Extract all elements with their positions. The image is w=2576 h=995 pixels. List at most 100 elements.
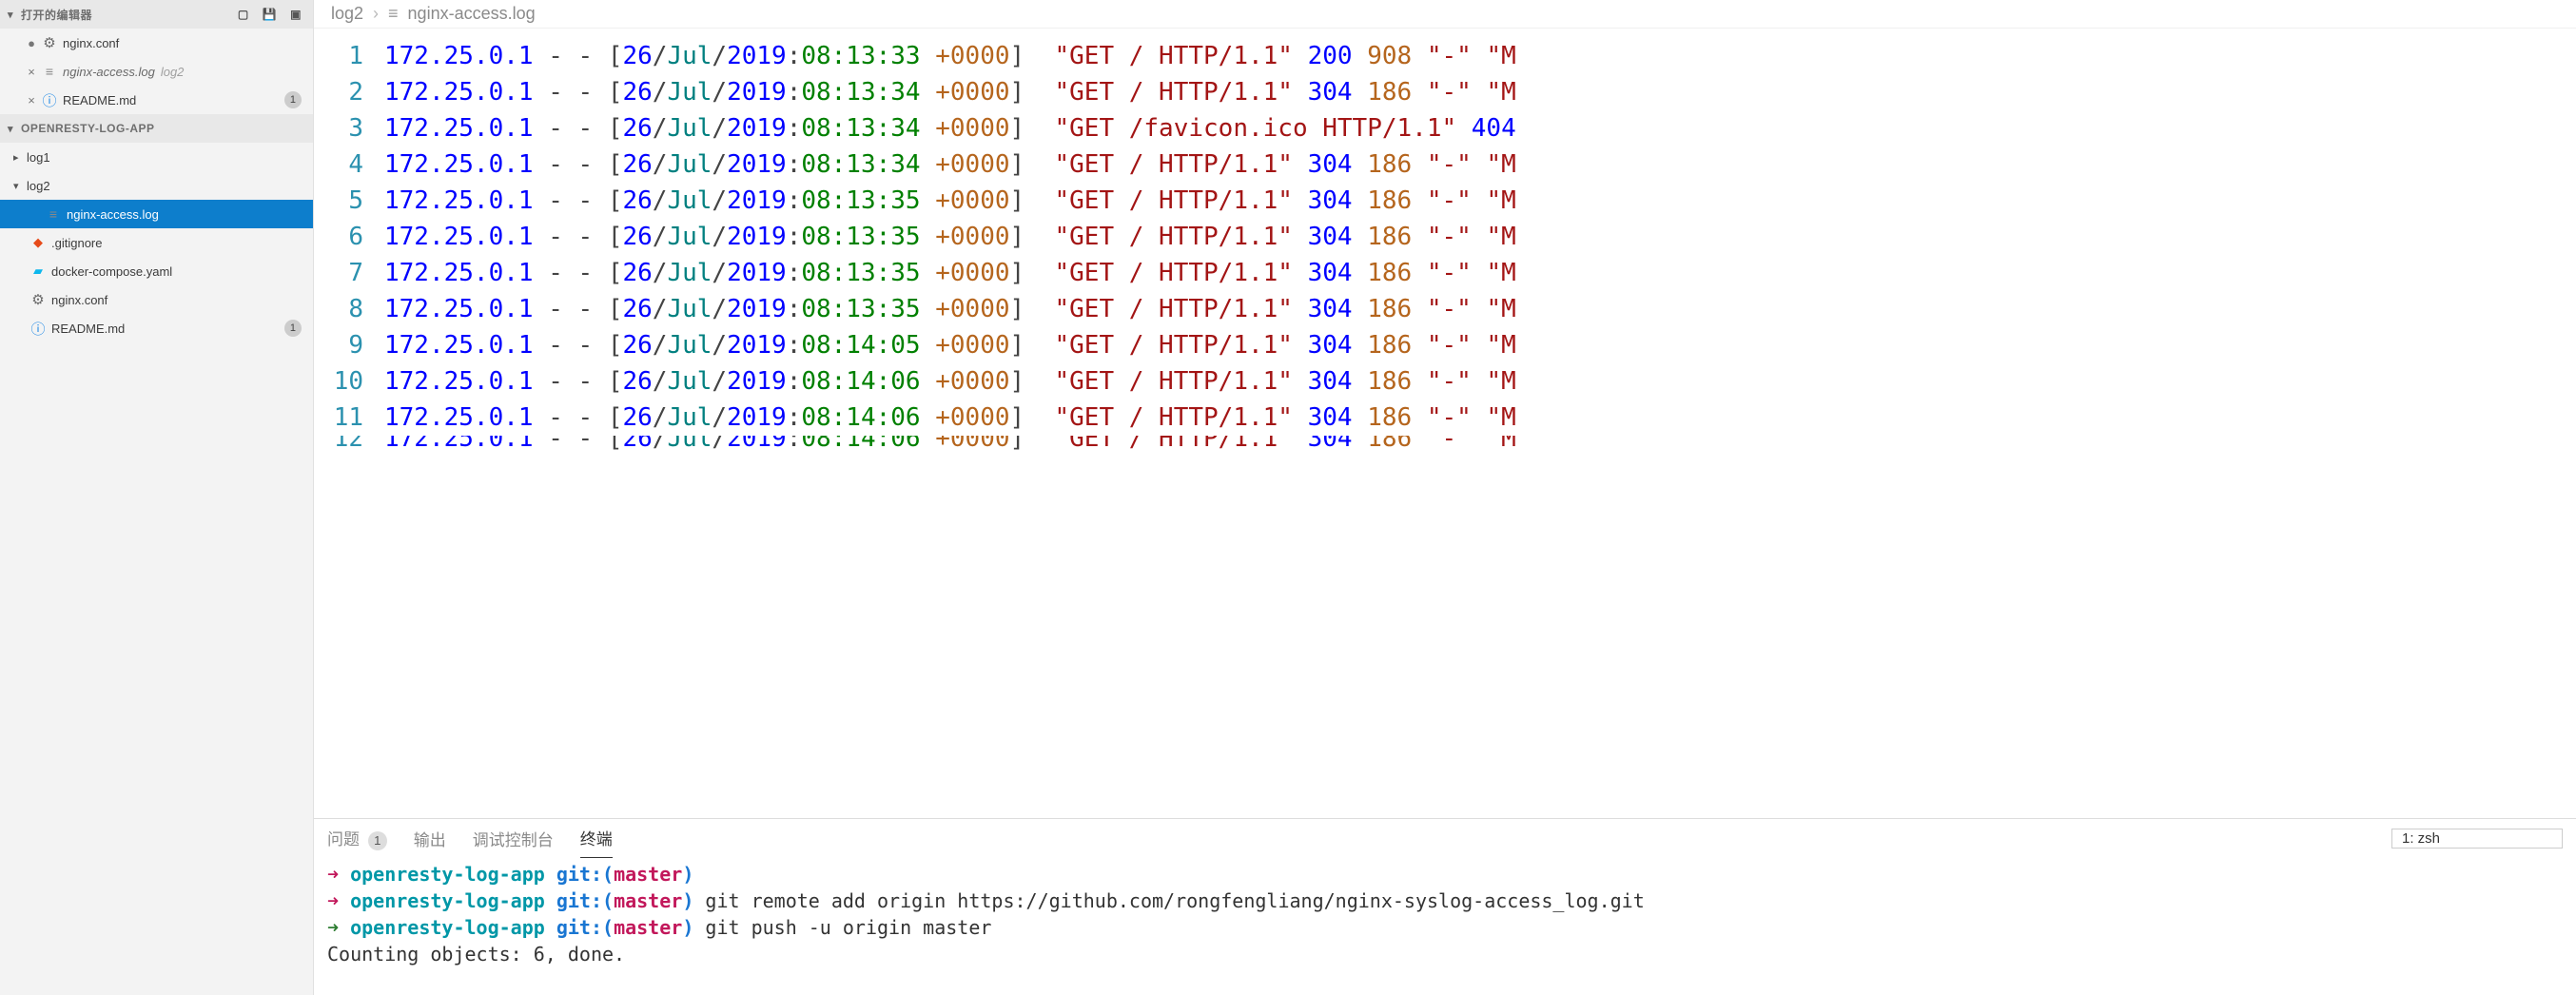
open-editors-list: ● nginx.conf ×nginx-access.loglog2×README.…: [0, 29, 313, 114]
tab-label: 问题: [327, 830, 360, 849]
log-line[interactable]: 6172.25.0.1 - - [26/Jul/2019:08:13:35 +0…: [314, 219, 2576, 255]
log-content: 172.25.0.1 - - [26/Jul/2019:08:14:06 +00…: [384, 436, 2576, 455]
folder-name: log1: [27, 150, 305, 165]
open-editors-header[interactable]: ▾ 打开的编辑器 ▢ 💾 ▣: [0, 0, 313, 29]
chevron-down-icon: ▾: [8, 9, 21, 21]
line-number: 7: [314, 255, 384, 291]
file-item[interactable]: .gitignore: [0, 228, 313, 257]
save-all-icon[interactable]: 💾: [259, 6, 281, 23]
line-number: 2: [314, 74, 384, 110]
log-line[interactable]: 8172.25.0.1 - - [26/Jul/2019:08:13:35 +0…: [314, 291, 2576, 327]
open-editor-item[interactable]: ×nginx-access.loglog2: [0, 57, 313, 86]
open-editors-title: 打开的编辑器: [21, 7, 234, 23]
tab-terminal[interactable]: 终端: [580, 818, 613, 858]
line-number: 10: [314, 363, 384, 400]
log-line[interactable]: 4172.25.0.1 - - [26/Jul/2019:08:13:34 +0…: [314, 146, 2576, 183]
log-line[interactable]: 10172.25.0.1 - - [26/Jul/2019:08:14:06 +…: [314, 363, 2576, 400]
line-number: 11: [314, 400, 384, 436]
close-icon[interactable]: ×: [23, 93, 40, 107]
log-line[interactable]: 7172.25.0.1 - - [26/Jul/2019:08:13:35 +0…: [314, 255, 2576, 291]
tab-debug-console[interactable]: 调试控制台: [473, 819, 554, 858]
line-number: 5: [314, 183, 384, 219]
terminal-line: ➜ openresty-log-app git:(master) git pus…: [327, 914, 2563, 941]
gear-icon: [29, 291, 48, 308]
log-content: 172.25.0.1 - - [26/Jul/2019:08:13:35 +00…: [384, 255, 2576, 291]
line-number: 9: [314, 327, 384, 363]
new-untitled-icon[interactable]: ▢: [234, 6, 253, 23]
line-number: 4: [314, 146, 384, 183]
tab-output[interactable]: 输出: [414, 819, 446, 858]
explorer-tree: ▸log1▾log2nginx-access.log.gitignoredock…: [0, 143, 313, 342]
info-icon: [40, 90, 59, 110]
terminal-line: ➜ openresty-log-app git:(master): [327, 861, 2563, 888]
terminal-line: ➜ openresty-log-app git:(master) git rem…: [327, 888, 2563, 914]
file-name: docker-compose.yaml: [51, 264, 305, 279]
file-icon: ≡: [388, 4, 399, 24]
log-line[interactable]: 2172.25.0.1 - - [26/Jul/2019:08:13:34 +0…: [314, 74, 2576, 110]
bottom-panel: 问题 1 输出 调试控制台 终端 1: zsh ➜ openresty-log-…: [314, 818, 2576, 995]
lines-icon: [40, 64, 59, 79]
dirty-indicator[interactable]: ●: [23, 36, 40, 50]
log-content: 172.25.0.1 - - [26/Jul/2019:08:14:06 +00…: [384, 400, 2576, 436]
file-item[interactable]: nginx.conf: [0, 285, 313, 314]
file-meta: log2: [161, 65, 185, 79]
chevron-right-icon: ›: [373, 4, 379, 24]
log-content: 172.25.0.1 - - [26/Jul/2019:08:14:06 +00…: [384, 363, 2576, 400]
open-editor-item[interactable]: ● nginx.conf: [0, 29, 313, 57]
log-line[interactable]: 3172.25.0.1 - - [26/Jul/2019:08:13:34 +0…: [314, 110, 2576, 146]
folder-name: log2: [27, 179, 305, 193]
log-line[interactable]: 5172.25.0.1 - - [26/Jul/2019:08:13:35 +0…: [314, 183, 2576, 219]
tab-problems[interactable]: 问题 1: [327, 818, 387, 858]
git-icon: [29, 235, 48, 250]
sidebar: ▾ 打开的编辑器 ▢ 💾 ▣ ●nginx.conf×nginx-access.…: [0, 0, 314, 995]
chevron-right-icon: ▸: [13, 151, 27, 164]
log-content: 172.25.0.1 - - [26/Jul/2019:08:13:34 +00…: [384, 146, 2576, 183]
lines-icon: [44, 206, 63, 222]
chevron-down-icon: ▾: [13, 180, 27, 192]
info-icon: [29, 319, 48, 339]
file-name: nginx.conf: [63, 36, 305, 50]
log-line[interactable]: 12172.25.0.1 - - [26/Jul/2019:08:14:06 +…: [314, 436, 2576, 455]
line-number: 12: [314, 436, 384, 455]
file-item[interactable]: docker-compose.yaml: [0, 257, 313, 285]
log-line[interactable]: 1172.25.0.1 - - [26/Jul/2019:08:13:33 +0…: [314, 38, 2576, 74]
breadcrumb-segment[interactable]: log2: [331, 4, 363, 24]
log-line[interactable]: 11172.25.0.1 - - [26/Jul/2019:08:14:06 +…: [314, 400, 2576, 436]
log-content: 172.25.0.1 - - [26/Jul/2019:08:13:35 +00…: [384, 183, 2576, 219]
terminal-output[interactable]: ➜ openresty-log-app git:(master)➜ openre…: [314, 857, 2576, 995]
breadcrumb-segment[interactable]: nginx-access.log: [408, 4, 536, 24]
open-editor-item[interactable]: ×README.md1: [0, 86, 313, 114]
whale-icon: [29, 263, 48, 279]
close-all-icon[interactable]: ▣: [286, 6, 305, 23]
line-number: 8: [314, 291, 384, 327]
file-name: .gitignore: [51, 236, 305, 250]
terminal-select[interactable]: 1: zsh: [2391, 829, 2563, 849]
gear-icon: [40, 34, 59, 51]
terminal-line: Counting objects: 6, done.: [327, 941, 2563, 967]
file-item[interactable]: README.md1: [0, 314, 313, 342]
line-number: 1: [314, 38, 384, 74]
explorer-header[interactable]: ▾ OPENRESTY-LOG-APP: [0, 114, 313, 143]
log-content: 172.25.0.1 - - [26/Jul/2019:08:13:33 +00…: [384, 38, 2576, 74]
line-number: 3: [314, 110, 384, 146]
problems-count-badge: 1: [368, 831, 387, 850]
open-editors-actions: ▢ 💾 ▣: [234, 6, 305, 23]
close-icon[interactable]: ×: [23, 65, 40, 79]
file-name: README.md: [51, 322, 284, 336]
problem-badge: 1: [284, 320, 302, 337]
main-area: log2 › ≡ nginx-access.log 1172.25.0.1 - …: [314, 0, 2576, 995]
file-item[interactable]: nginx-access.log: [0, 200, 313, 228]
folder-item[interactable]: ▸log1: [0, 143, 313, 171]
log-content: 172.25.0.1 - - [26/Jul/2019:08:13:34 +00…: [384, 110, 2576, 146]
log-content: 172.25.0.1 - - [26/Jul/2019:08:13:35 +00…: [384, 291, 2576, 327]
folder-item[interactable]: ▾log2: [0, 171, 313, 200]
file-name: nginx.conf: [51, 293, 305, 307]
breadcrumb[interactable]: log2 › ≡ nginx-access.log: [314, 0, 2576, 29]
log-line[interactable]: 9172.25.0.1 - - [26/Jul/2019:08:14:05 +0…: [314, 327, 2576, 363]
chevron-down-icon: ▾: [8, 123, 21, 135]
editor[interactable]: 1172.25.0.1 - - [26/Jul/2019:08:13:33 +0…: [314, 29, 2576, 818]
file-name: nginx-access.log: [67, 207, 305, 222]
panel-tabs: 问题 1 输出 调试控制台 终端 1: zsh: [314, 819, 2576, 857]
log-content: 172.25.0.1 - - [26/Jul/2019:08:13:34 +00…: [384, 74, 2576, 110]
line-number: 6: [314, 219, 384, 255]
